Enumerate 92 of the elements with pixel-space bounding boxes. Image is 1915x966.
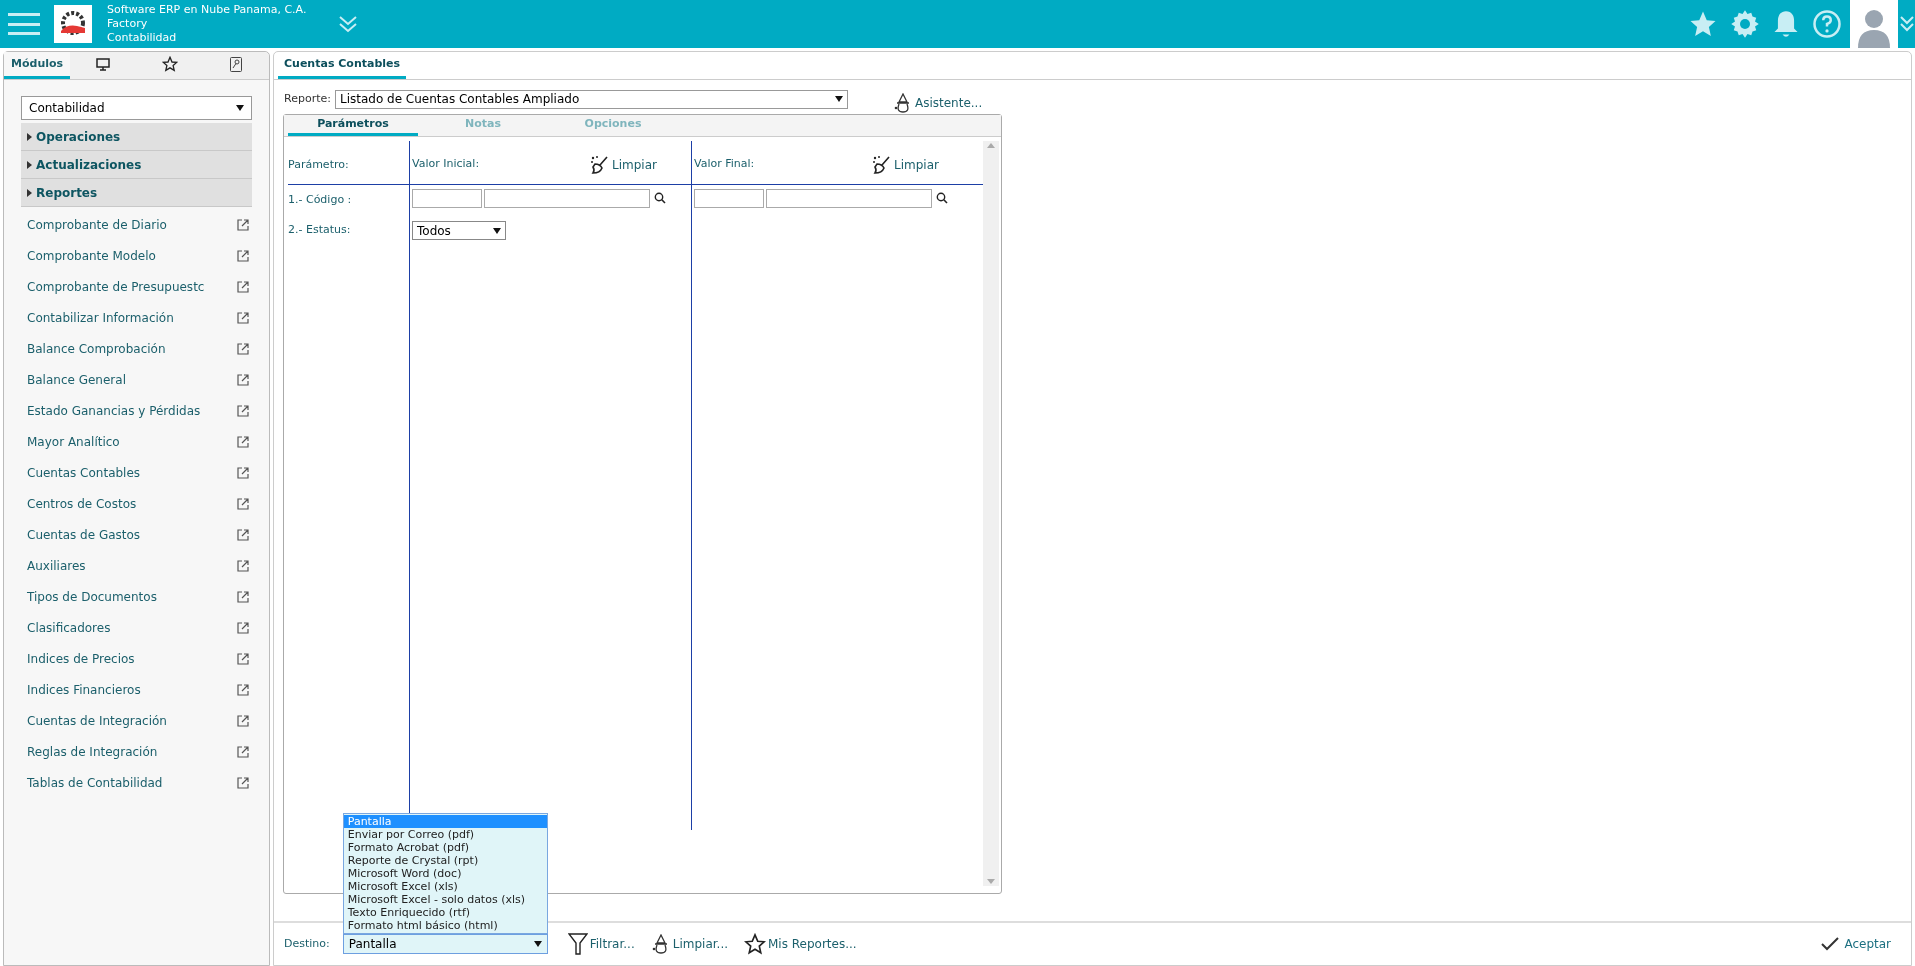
sidebar-link[interactable]: Contabilizar Información (27, 308, 237, 327)
toolbar-button[interactable]: Limpiar... (650, 934, 728, 954)
external-link-icon[interactable] (237, 714, 249, 727)
search-icon[interactable] (936, 192, 948, 204)
module-select[interactable]: Contabilidad (21, 96, 252, 120)
dropdown-option[interactable]: Microsoft Word (doc) (343, 867, 547, 880)
section-header[interactable]: Operaciones (21, 123, 252, 151)
external-link-icon[interactable] (237, 311, 249, 324)
external-link-icon[interactable] (237, 435, 249, 448)
filter-icon (567, 933, 588, 955)
sidebar-link[interactable]: Tipos de Documentos (27, 587, 237, 606)
section-header[interactable]: Actualizaciones (21, 151, 252, 179)
sidebar-link[interactable]: Cuentas de Integración (27, 711, 237, 730)
dropdown-option[interactable]: Microsoft Excel - solo datos (xls) (343, 893, 547, 906)
broom-icon (590, 154, 611, 175)
sidebar-link[interactable]: Cuentas de Gastos (27, 525, 237, 544)
key-document-icon (229, 56, 242, 72)
company-text: Contabilidad (107, 31, 178, 45)
external-link-icon[interactable] (237, 621, 249, 634)
sidebar-link[interactable]: Comprobante de Diario (27, 215, 237, 234)
external-link-icon[interactable] (237, 218, 249, 231)
broom-icon (872, 154, 893, 175)
dropdown-arrow-icon[interactable] (834, 96, 843, 102)
dropdown-option[interactable]: Microsoft Excel (xls) (343, 880, 547, 893)
description-input[interactable] (484, 189, 650, 208)
external-link-icon[interactable] (237, 528, 249, 541)
dropdown-option[interactable]: Texto Enriquecido (rtf) (343, 906, 547, 919)
status-select[interactable]: Todos (412, 221, 506, 240)
monitor-icon (96, 57, 111, 71)
sidebar-link[interactable]: Comprobante de Presupuestc (27, 277, 237, 296)
wizard-button[interactable]: Asistente... (892, 93, 983, 113)
search-icon[interactable] (654, 192, 666, 204)
company-text: Software ERP en Nube Panama, C.A. (107, 3, 308, 17)
column-header: Parámetro: (288, 157, 349, 174)
star-icon (744, 933, 766, 955)
sidebar-link[interactable]: Balance Comprobación (27, 339, 237, 358)
parameter-label: 2.- Estatus: (288, 223, 351, 236)
dropdown-arrow-icon[interactable] (533, 941, 542, 947)
checkmark-icon (1821, 937, 1840, 951)
dropdown-arrow-icon[interactable] (493, 227, 501, 234)
clear-button[interactable]: Limpiar (590, 154, 657, 175)
code-input[interactable] (694, 189, 764, 208)
dropdown-arrow-icon[interactable] (236, 105, 244, 111)
column-header: Valor Inicial: (412, 156, 481, 173)
section-header[interactable]: Reportes (21, 179, 252, 207)
sidebar-link[interactable]: Cuentas Contables (27, 463, 237, 482)
toolbar-button[interactable]: Mis Reportes... (744, 933, 857, 955)
sidebar-tab[interactable]: Módulos (4, 52, 71, 79)
report-select[interactable]: Listado de Cuentas Contables Ampliado (334, 89, 848, 109)
dropdown-option[interactable]: Formato Acrobat (pdf) (343, 841, 547, 854)
sidebar-link[interactable]: Mayor Analítico (27, 432, 237, 451)
sidebar-link[interactable]: Comprobante Modelo (27, 246, 237, 265)
company-text: Factory (107, 17, 149, 31)
sidebar-link[interactable]: Centros de Costos (27, 494, 237, 513)
external-link-icon[interactable] (237, 342, 249, 355)
report-label: Reporte: (284, 90, 331, 107)
dropdown-option[interactable]: Enviar por Correo (pdf) (343, 828, 547, 841)
sidebar-link[interactable]: Indices de Precios (27, 649, 237, 668)
star-icon (161, 56, 178, 72)
accept-button[interactable]: Aceptar (1821, 935, 1891, 953)
dropdown-option[interactable]: Reporte de Crystal (rpt) (343, 854, 547, 867)
external-link-icon[interactable] (237, 590, 249, 603)
external-link-icon[interactable] (237, 249, 249, 262)
sidebar-link[interactable]: Clasificadores (27, 618, 237, 637)
sidebar-link[interactable]: Auxiliares (27, 556, 237, 575)
logo-icon (54, 5, 92, 43)
external-link-icon[interactable] (237, 280, 249, 293)
document-tab[interactable]: Cuentas Contables (278, 52, 407, 79)
code-input[interactable] (412, 189, 482, 208)
destination-select[interactable]: Pantalla (342, 934, 548, 954)
parameter-label: 1.- Código : (288, 193, 352, 206)
dropdown-option[interactable]: Formato html básico (html) (343, 919, 547, 932)
tab[interactable]: Parámetros (288, 115, 418, 136)
sidebar-link[interactable]: Indices Financieros (27, 680, 237, 699)
external-link-icon[interactable] (237, 559, 249, 572)
sidebar-link[interactable]: Balance General (27, 370, 237, 389)
destination-label: Destino: (284, 935, 330, 952)
sidebar-link[interactable]: Reglas de Integración (27, 742, 237, 761)
external-link-icon[interactable] (237, 466, 249, 479)
description-input[interactable] (766, 189, 932, 208)
external-link-icon[interactable] (237, 745, 249, 758)
external-link-icon[interactable] (237, 404, 249, 417)
sidebar-link[interactable]: Estado Ganancias y Pérdidas (27, 401, 237, 420)
clear-button[interactable]: Limpiar (872, 154, 939, 175)
external-link-icon[interactable] (237, 652, 249, 665)
toolbar-button[interactable]: Filtrar... (567, 933, 635, 955)
external-link-icon[interactable] (237, 776, 249, 789)
external-link-icon[interactable] (237, 373, 249, 386)
sidebar-link[interactable]: Tablas de Contabilidad (27, 773, 237, 792)
external-link-icon[interactable] (237, 683, 249, 696)
column-header: Valor Final: (694, 156, 756, 173)
external-link-icon[interactable] (237, 497, 249, 510)
